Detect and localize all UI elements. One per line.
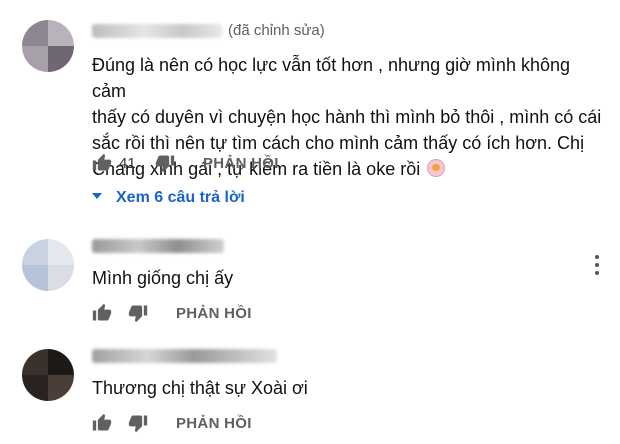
- thumbs-up-icon[interactable]: [92, 153, 112, 173]
- avatar[interactable]: [22, 239, 74, 291]
- comment-line: Đúng là nên có học lực vẫn tốt hơn , như…: [92, 55, 570, 101]
- thumbs-down-icon[interactable]: [155, 153, 175, 173]
- comment-text: Thương chị thật sự Xoài ơi: [92, 375, 308, 401]
- comment-actions: 41 PHẢN HỒI: [92, 153, 392, 177]
- comment-text: Mình giống chị ấy: [92, 265, 233, 291]
- reply-button[interactable]: PHẢN HỒI: [176, 305, 252, 322]
- like-count: 41: [119, 155, 136, 172]
- avatar[interactable]: [22, 349, 74, 401]
- lion-emoji-icon: [427, 159, 446, 177]
- reply-button[interactable]: PHẢN HỒI: [176, 415, 252, 432]
- author-name-blurred[interactable]: [92, 239, 224, 253]
- comment-line: Thương chị thật sự Xoài ơi: [92, 378, 308, 398]
- reply-button[interactable]: PHẢN HỒI: [203, 155, 279, 172]
- author-name-blurred[interactable]: [92, 349, 277, 363]
- view-replies-label: Xem 6 câu trả lời: [116, 189, 245, 206]
- thumbs-up-icon[interactable]: [92, 413, 112, 433]
- caret-down-icon: [92, 192, 102, 199]
- avatar[interactable]: [22, 20, 74, 72]
- more-vert-icon[interactable]: [590, 253, 604, 277]
- author-name-blurred[interactable]: [92, 24, 222, 38]
- comment-actions: PHẢN HỒI: [92, 413, 392, 437]
- view-replies-button[interactable]: Xem 6 câu trả lời: [92, 189, 245, 207]
- thumbs-down-icon[interactable]: [128, 303, 148, 323]
- comment-line: Mình giống chị ấy: [92, 268, 234, 288]
- comment-actions: PHẢN HỒI: [92, 303, 392, 327]
- comment-2: Mình giống chị ấy PHẢN HỒI: [0, 225, 620, 335]
- thumbs-up-icon[interactable]: [92, 303, 112, 323]
- edited-label: (đã chỉnh sửa): [228, 22, 325, 39]
- comment-line: thấy có duyên vì chuyện học hành thì mìn…: [92, 107, 602, 127]
- comment-3: Thương chị thật sự Xoài ơi PHẢN HỒI: [0, 335, 620, 444]
- thumbs-down-icon[interactable]: [128, 413, 148, 433]
- comment-1: (đã chỉnh sửa) Đúng là nên có học lực vẫ…: [0, 0, 620, 225]
